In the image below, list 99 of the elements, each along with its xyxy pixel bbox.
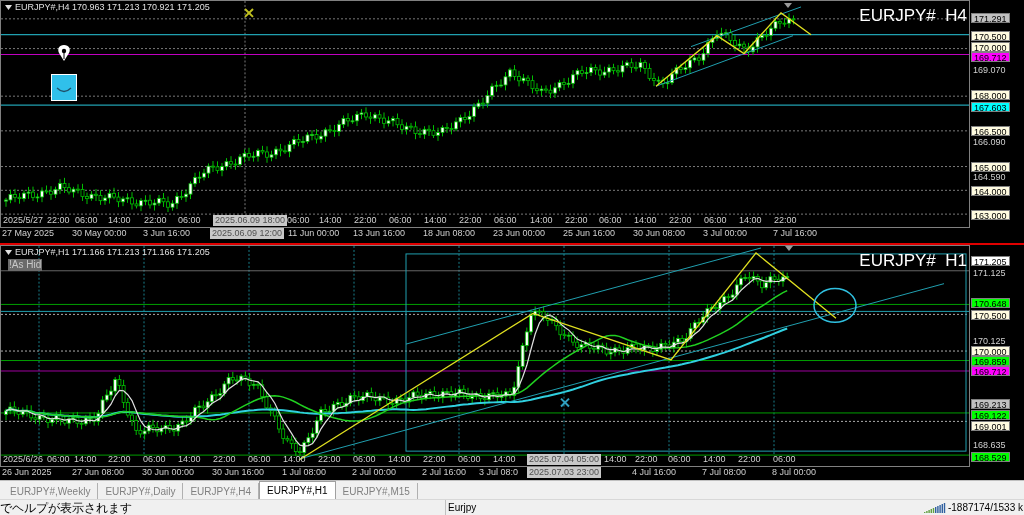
time-label: 2025.06.09 18:00	[213, 215, 288, 226]
time-label: 30 Jun 16:00	[212, 467, 265, 478]
price-label: 164.000	[971, 186, 1010, 196]
time-label: 22:00	[108, 454, 131, 465]
time-label: 06:00	[494, 215, 517, 226]
price-label: 171.125	[972, 268, 1007, 278]
price-label: 169.001	[971, 421, 1010, 431]
price-label: 166.090	[972, 137, 1007, 147]
time-label: 22:00	[144, 215, 167, 226]
time-label: 22:00	[669, 215, 692, 226]
chart-tab[interactable]: EURJPY#,H1	[259, 481, 336, 499]
time-label: 06:00	[458, 454, 481, 465]
price-label: 167.603	[971, 102, 1010, 112]
time-label: 14:00	[319, 215, 342, 226]
price-label: 170.500	[971, 31, 1010, 41]
time-label: 06:00	[75, 215, 98, 226]
time-label: 23 Jun 00:00	[493, 228, 546, 239]
time-label: 3 Jul 08:0	[479, 467, 519, 478]
time-label: 2025/5/27	[3, 215, 44, 226]
time-label: 14:00	[424, 215, 447, 226]
time-label: 06:00	[704, 215, 727, 226]
time-label: 06:00	[353, 454, 376, 465]
status-help-text: でヘルプが表示されます	[0, 500, 133, 515]
time-label: 30 Jun 08:00	[633, 228, 686, 239]
time-label: 27 Jun 08:00	[72, 467, 125, 478]
chart-title: EURJPY# H1	[859, 251, 967, 271]
time-label: 22:00	[318, 454, 341, 465]
time-label: 2025.07.04 05:00	[527, 454, 602, 465]
time-label: 25 Jun 16:00	[563, 228, 616, 239]
time-label: 06:00	[143, 454, 166, 465]
time-label: 06:00	[248, 454, 271, 465]
time-label: 13 Jun 16:00	[353, 228, 406, 239]
time-label: 2 Jul 16:00	[422, 467, 467, 478]
time-label: 06:00	[287, 215, 310, 226]
price-label: 164.590	[972, 172, 1007, 182]
time-label: 14:00	[493, 454, 516, 465]
time-label: 14:00	[530, 215, 553, 226]
time-label: 30 Jun 00:00	[142, 467, 195, 478]
price-label: 168.000	[971, 90, 1010, 100]
time-label: 14:00	[634, 215, 657, 226]
price-label: 170.500	[971, 310, 1010, 320]
time-label: 8 Jul 00:00	[772, 467, 817, 478]
chart-title: EURJPY# H4	[859, 6, 967, 26]
time-label: 2 Jul 00:00	[352, 467, 397, 478]
time-label: 22:00	[423, 454, 446, 465]
price-label: 168.529	[971, 452, 1010, 462]
time-label: 14:00	[108, 215, 131, 226]
time-label: 14:00	[703, 454, 726, 465]
time-label: 14:00	[388, 454, 411, 465]
time-label: 14:00	[178, 454, 201, 465]
price-label: 169.712	[971, 366, 1010, 376]
time-label: 27 May 2025	[2, 228, 55, 239]
time-label: 14:00	[283, 454, 306, 465]
price-label: 163.000	[971, 210, 1010, 220]
time-label: 22:00	[459, 215, 482, 226]
price-label: 165.000	[971, 162, 1010, 172]
time-label: 14:00	[604, 454, 627, 465]
time-label: 06:00	[178, 215, 201, 226]
chart-symbol-header: EURJPY#,H4 170.963 171.213 170.921 171.205	[15, 2, 210, 13]
time-label: 3 Jul 00:00	[703, 228, 748, 239]
time-label: 2025.06.09 12:00	[210, 228, 285, 239]
time-label: 14:00	[74, 454, 97, 465]
status-traffic: -1887174/1533 k	[947, 501, 1024, 515]
time-label: 4 Jul 16:00	[632, 467, 677, 478]
time-label: 7 Jul 08:00	[702, 467, 747, 478]
chart-symbol-header: EURJPY#,H1 171.166 171.213 171.166 171.205	[15, 247, 210, 258]
time-label: 22:00	[635, 454, 658, 465]
time-label: 18 Jun 08:00	[423, 228, 476, 239]
price-label: 171.205	[971, 256, 1010, 266]
indicator-badge: !As Hid	[8, 259, 43, 271]
time-label: 06:00	[599, 215, 622, 226]
time-label: 22:00	[738, 454, 761, 465]
time-label: 30 May 00:00	[72, 228, 127, 239]
time-label: 22:00	[47, 215, 70, 226]
price-label: 170.125	[972, 336, 1007, 346]
time-label: 06:00	[668, 454, 691, 465]
price-label: 169.213	[971, 399, 1010, 409]
price-label: 171.291	[971, 13, 1010, 23]
time-label: 3 Jun 16:00	[143, 228, 191, 239]
price-label: 169.070	[972, 65, 1007, 75]
time-label: 2025/6/26	[3, 454, 44, 465]
time-label: 11 Jun 00:00	[288, 228, 340, 239]
time-label: 2025.07.03 23:00	[527, 467, 602, 478]
time-label: 06:00	[773, 454, 796, 465]
time-label: 7 Jul 16:00	[773, 228, 818, 239]
price-label: 170.648	[971, 298, 1010, 308]
price-label: 169.122	[971, 410, 1010, 420]
time-label: 1 Jul 08:00	[282, 467, 327, 478]
time-label: 06:00	[47, 454, 70, 465]
price-label: 169.712	[971, 52, 1010, 62]
time-label: 22:00	[354, 215, 377, 226]
time-label: 26 Jun 2025	[2, 467, 52, 478]
time-label: 06:00	[389, 215, 412, 226]
price-label: 166.500	[971, 126, 1010, 136]
time-label: 22:00	[213, 454, 236, 465]
time-label: 22:00	[774, 215, 797, 226]
price-label: 168.635	[972, 440, 1007, 450]
time-label: 22:00	[565, 215, 588, 226]
time-label: 14:00	[739, 215, 762, 226]
